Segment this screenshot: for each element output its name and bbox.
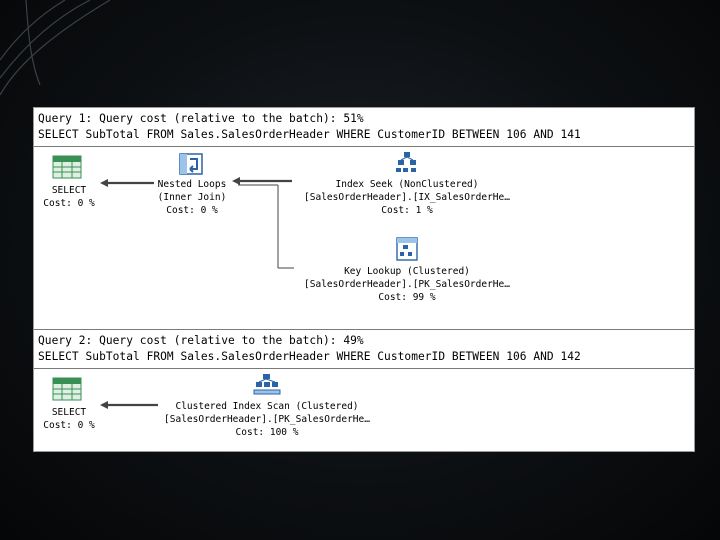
query2-header: Query 2: Query cost (relative to the bat… (34, 330, 694, 369)
query2-cost-text: Query 2: Query cost (relative to the bat… (38, 334, 364, 347)
clustered-index-scan-operator[interactable]: Clustered Index Scan (Clustered) [SalesO… (144, 400, 390, 439)
query2-sql-text: SELECT SubTotal FROM Sales.SalesOrderHea… (38, 350, 581, 363)
select-label: SELECT (51, 407, 87, 418)
select-label: SELECT (51, 185, 87, 196)
query1-header: Query 1: Query cost (relative to the bat… (34, 108, 694, 147)
nested-loops-cost: Cost: 0 % (166, 205, 218, 216)
clustered-index-scan-cost: Cost: 100 % (235, 427, 299, 438)
key-lookup-operator[interactable]: Key Lookup (Clustered) [SalesOrderHeader… (274, 265, 540, 304)
query2-select-operator[interactable]: SELECT Cost: 0 % (34, 406, 104, 432)
select-cost: Cost: 0 % (43, 198, 95, 209)
index-seek-operator[interactable]: Index Seek (NonClustered) [SalesOrderHea… (274, 178, 540, 217)
nested-loops-join-type: (Inner Join) (157, 192, 227, 203)
key-lookup-icon[interactable] (395, 236, 419, 262)
index-seek-object: [SalesOrderHeader].[IX_SalesOrderHe… (304, 192, 510, 203)
query1-sql-text: SELECT SubTotal FROM Sales.SalesOrderHea… (38, 128, 581, 141)
key-lookup-object: [SalesOrderHeader].[PK_SalesOrderHe… (304, 279, 510, 290)
nested-loops-icon[interactable] (178, 152, 204, 176)
clustered-index-scan-icon[interactable] (253, 372, 281, 396)
clustered-index-scan-object: [SalesOrderHeader].[PK_SalesOrderHe… (164, 414, 370, 425)
select-icon[interactable] (52, 155, 82, 179)
select-cost: Cost: 0 % (43, 420, 95, 431)
nested-loops-operator[interactable]: Nested Loops (Inner Join) Cost: 0 % (144, 178, 240, 217)
select-icon[interactable] (52, 377, 82, 401)
index-seek-cost: Cost: 1 % (381, 205, 433, 216)
query1-select-operator[interactable]: SELECT Cost: 0 % (34, 184, 104, 210)
index-seek-label: Index Seek (NonClustered) (335, 179, 479, 190)
index-seek-icon[interactable] (395, 150, 419, 174)
query1-cost-text: Query 1: Query cost (relative to the bat… (38, 112, 364, 125)
key-lookup-cost: Cost: 99 % (378, 292, 436, 303)
nested-loops-label: Nested Loops (157, 179, 227, 190)
clustered-index-scan-label: Clustered Index Scan (Clustered) (175, 401, 359, 412)
execution-plan-panel: Query 1: Query cost (relative to the bat… (33, 107, 695, 452)
key-lookup-label: Key Lookup (Clustered) (344, 266, 470, 277)
